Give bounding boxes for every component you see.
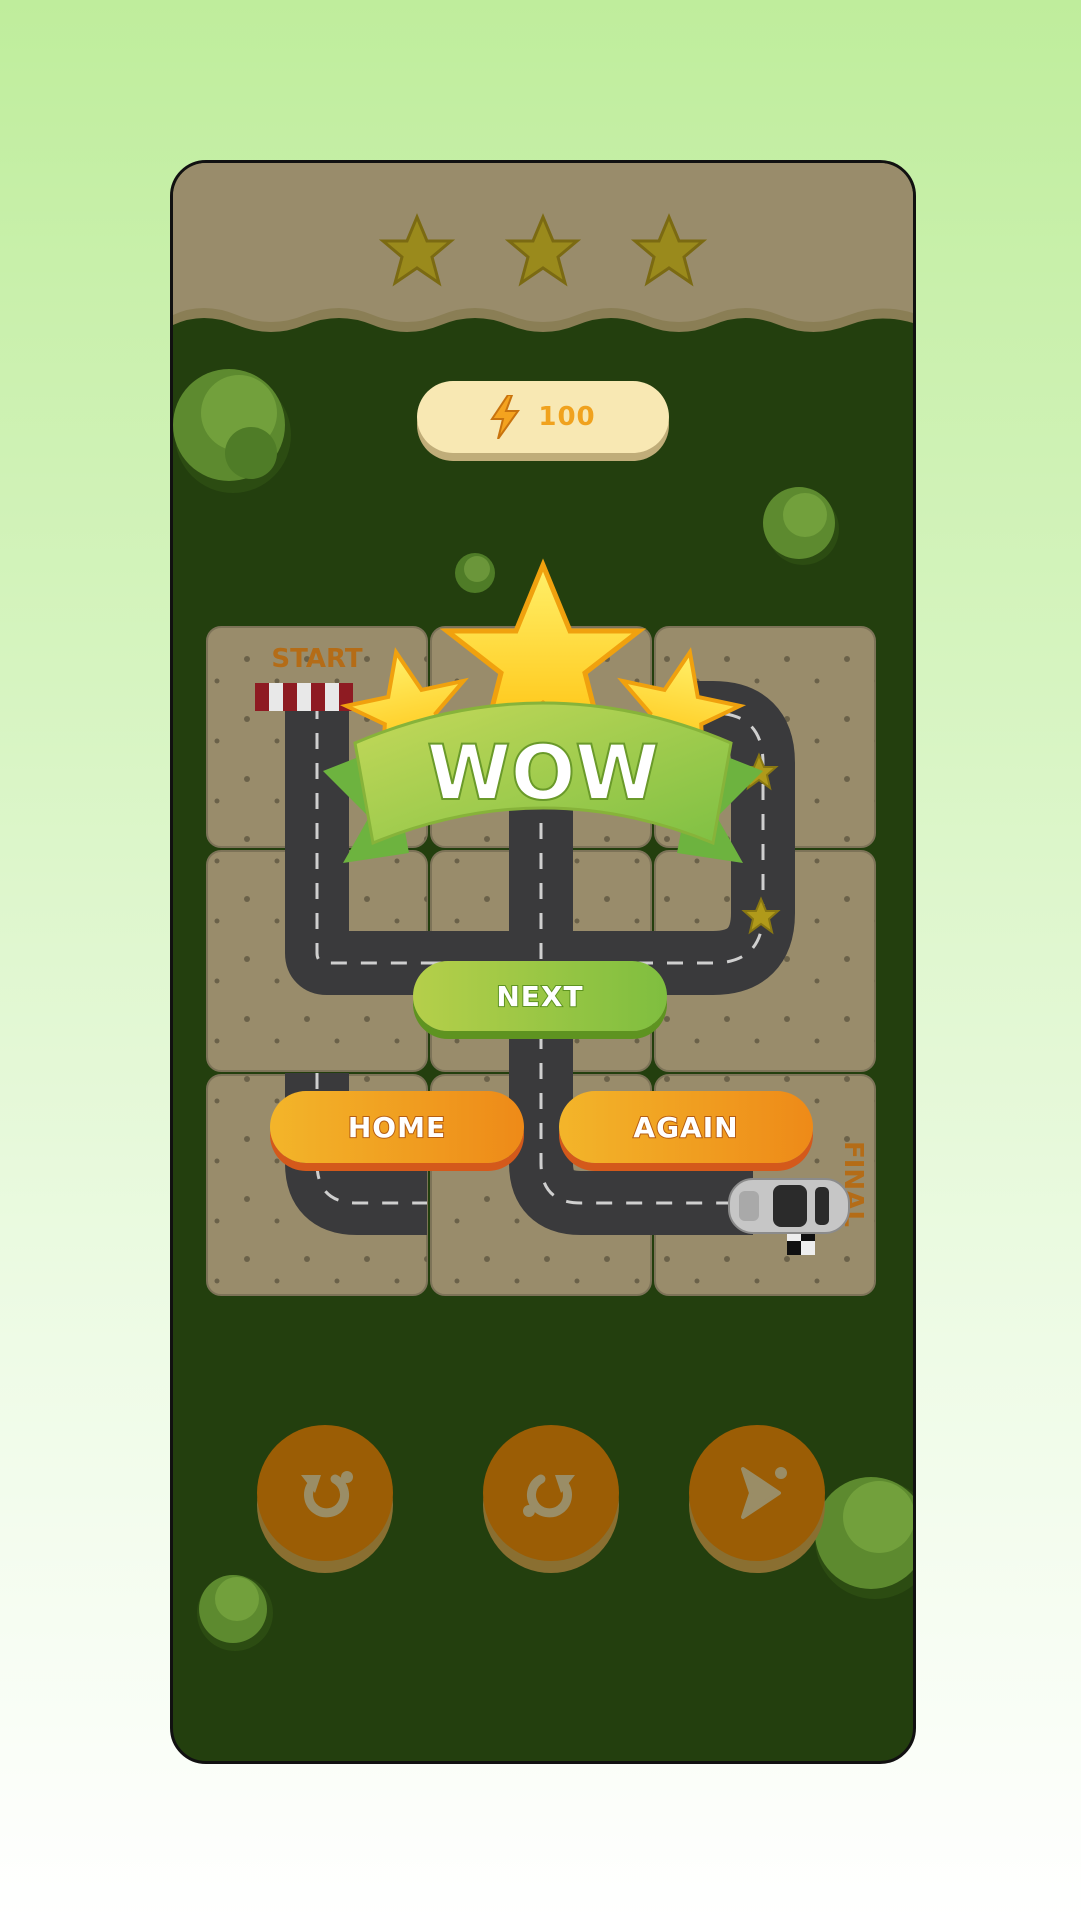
home-button[interactable]: HOME — [270, 1091, 524, 1163]
start-label: START — [271, 644, 362, 674]
start-barrier — [255, 683, 353, 711]
screen: { "header": {"stars_earned": 3, "stars_t… — [0, 0, 1081, 1920]
bush-small — [455, 553, 495, 593]
bush-bottom-right — [815, 1477, 913, 1599]
redo-icon — [523, 1474, 575, 1518]
coin-counter: 100 — [417, 381, 669, 453]
bush-bottom-left — [197, 1575, 273, 1651]
race-car — [728, 1178, 850, 1234]
coin-value: 100 — [538, 402, 596, 432]
play-icon — [741, 1467, 787, 1519]
undo-button[interactable] — [257, 1425, 393, 1561]
wow-banner-text: WOW — [427, 728, 659, 817]
bush-top-left — [173, 369, 291, 493]
game-frame: START FINAL WOW 100 NEXT HOME AGAIN — [170, 160, 916, 1764]
redo-button[interactable] — [483, 1425, 619, 1561]
again-button[interactable]: AGAIN — [559, 1091, 813, 1163]
play-button[interactable] — [689, 1425, 825, 1561]
next-button[interactable]: NEXT — [413, 961, 667, 1031]
bush-right — [763, 487, 839, 565]
undo-icon — [301, 1471, 353, 1518]
lightning-icon — [490, 395, 521, 439]
